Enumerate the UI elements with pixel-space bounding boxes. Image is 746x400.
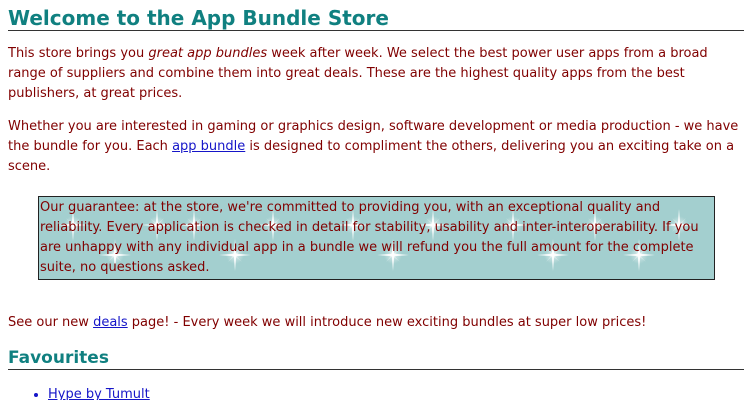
- bundle-paragraph: Whether you are interested in gaming or …: [8, 117, 742, 177]
- favourites-list: Hype by Tumult: [8, 385, 742, 400]
- guarantee-text: Our guarantee: at the store, we're commi…: [40, 200, 699, 275]
- intro-paragraph: This store brings you great app bundles …: [8, 44, 742, 104]
- deals-text-start: See our new: [8, 315, 94, 330]
- deals-link[interactable]: deals: [93, 315, 128, 330]
- guarantee-box: Our guarantee: at the store, we're commi…: [38, 196, 715, 280]
- deals-text-end: page! - Every week we will introduce new…: [127, 315, 647, 330]
- deals-paragraph: See our new deals page! - Every week we …: [8, 313, 742, 333]
- list-item: Hype by Tumult: [48, 385, 742, 400]
- hype-link[interactable]: Hype by Tumult: [48, 387, 150, 400]
- intro-text-start: This store brings you: [8, 46, 149, 61]
- page-content: Welcome to the App Bundle Store This sto…: [8, 6, 744, 400]
- app-bundle-link[interactable]: app bundle: [172, 139, 245, 154]
- favourites-title: Favourites: [8, 347, 744, 370]
- intro-emphasis: great app bundles: [148, 46, 268, 61]
- page-title: Welcome to the App Bundle Store: [8, 6, 744, 31]
